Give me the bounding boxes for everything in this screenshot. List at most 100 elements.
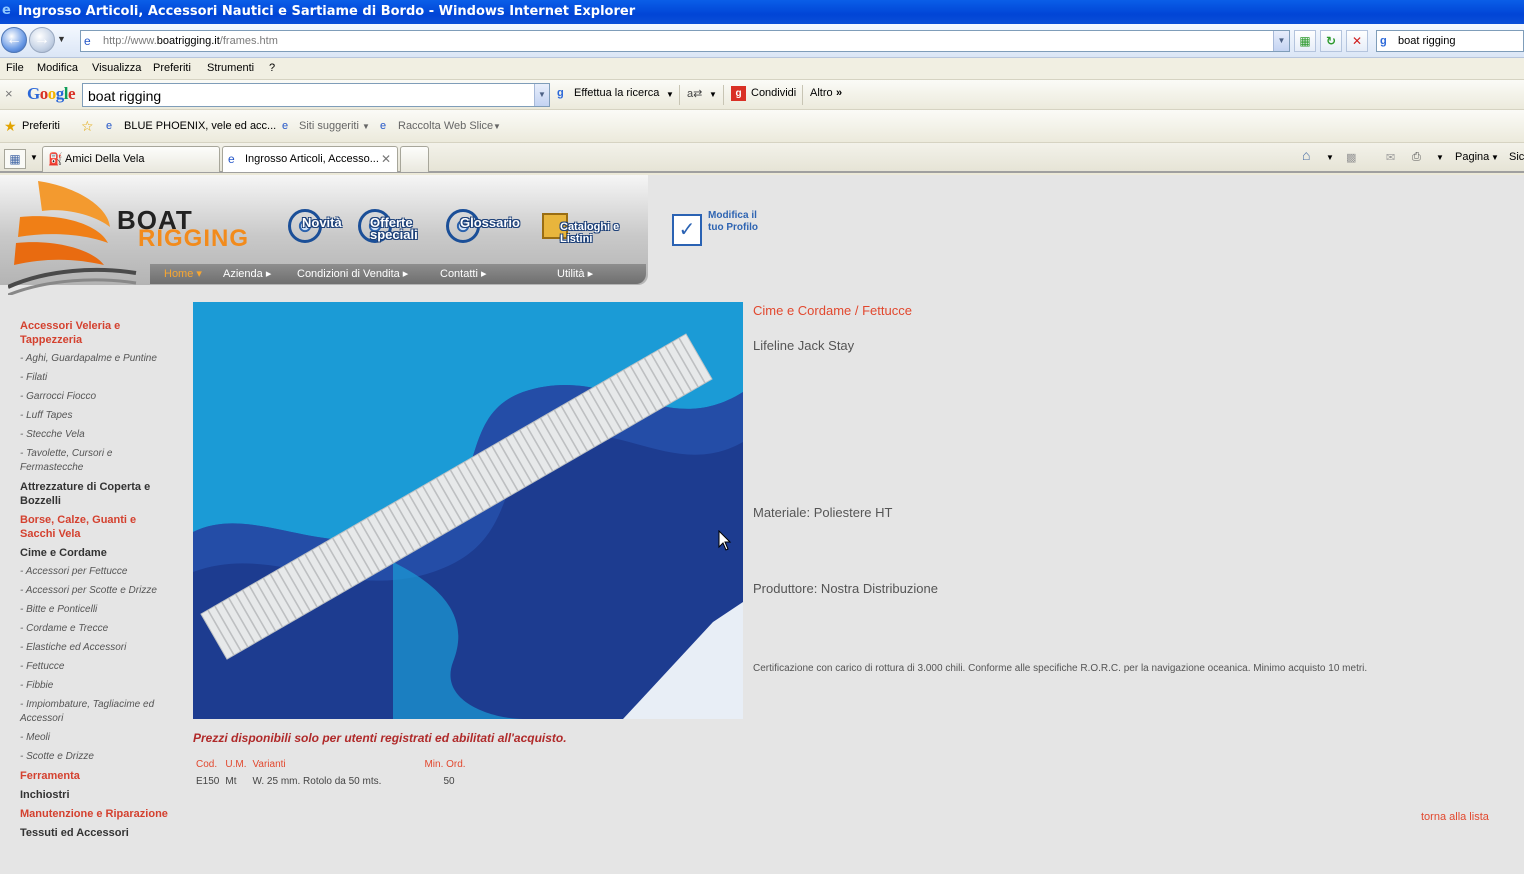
page-menu[interactable]: Pagina [1455,151,1489,163]
sidebar-subcategory-link[interactable]: - Cordame e Trecce [20,622,170,636]
sidebar-subcategory-link[interactable]: - Accessori per Fettucce [20,565,170,579]
sidebar-category-link[interactable]: Inchiostri [20,788,170,802]
menu-file[interactable]: File [6,62,24,74]
more-button[interactable]: Altro [810,87,833,99]
compatibility-view-icon[interactable]: ▦ [1294,30,1316,52]
glossario-label: Glossario [460,215,520,230]
print-dropdown-icon[interactable]: ▼ [1436,153,1444,162]
sidebar-subcategory-link[interactable]: - Stecche Vela [20,428,170,442]
live-search-box[interactable]: g boat rigging [1376,30,1524,52]
print-icon[interactable]: ⎙ [1412,151,1421,164]
sidebar-subcategory-link[interactable]: - Fettucce [20,660,170,674]
address-bar[interactable]: e http://www.boatrigging.it/frames.htm ▼ [80,30,1290,52]
nav-utilita[interactable]: Utilità ▸ [557,267,593,280]
add-favorite-icon[interactable]: ☆ [81,118,94,135]
sidebar-subcategory-link[interactable]: - Impiombature, Tagliacime ed Accessori [20,698,170,726]
mouse-cursor-icon [718,530,732,551]
cataloghi-button[interactable]: Cataloghi e Listini [542,209,622,245]
share-icon[interactable]: g [731,86,746,101]
sidebar-subcategory-link[interactable]: - Aghi, Guardapalme e Puntine [20,352,170,366]
new-tab-button[interactable] [400,146,429,172]
safety-menu[interactable]: Sic [1509,151,1524,163]
favorites-star-icon[interactable]: ★ [4,118,17,135]
header-cod: Cod. [196,758,218,770]
cataloghi-label: Cataloghi e Listini [560,221,620,245]
sidebar-category-link[interactable]: Borse, Calze, Guanti e Sacchi Vela [20,513,170,541]
back-to-list-link[interactable]: torna alla lista [1421,811,1489,823]
favorite-suggested-sites[interactable]: Siti suggeriti [299,120,359,132]
home-dropdown-icon[interactable]: ▼ [1326,153,1334,162]
google-search-icon: g [557,87,564,99]
product-breadcrumb[interactable]: Cime e Cordame / Fettucce [753,303,912,318]
stop-icon[interactable]: ✕ [1346,30,1368,52]
novita-button[interactable]: Novità [288,209,354,245]
sidebar-category-link[interactable]: Ferramenta [20,769,170,783]
sidebar-subcategory-link[interactable]: - Luff Tapes [20,409,170,423]
google-logo[interactable]: Google [27,84,76,104]
glossario-button[interactable]: Glossario [446,209,532,245]
sidebar-category-link[interactable]: Attrezzature di Coperta e Bozzelli [20,480,170,508]
menu-visualizza[interactable]: Visualizza [92,62,141,74]
favorites-button[interactable]: Preferiti [22,120,60,132]
translate-icon[interactable]: a⇄ [687,87,702,100]
address-url[interactable]: http://www.boatrigging.it/frames.htm [103,35,278,47]
favorite-page-icon: e [106,120,113,132]
nav-azienda[interactable]: Azienda ▸ [223,267,271,280]
address-dropdown-icon[interactable]: ▼ [1273,31,1289,51]
nav-condizioni[interactable]: Condizioni di Vendita ▸ [297,267,408,280]
favorite-link-blue-phoenix[interactable]: BLUE PHOENIX, vele ed acc... [124,120,276,132]
sidebar-subcategory-link[interactable]: - Filati [20,371,170,385]
tab-amici-della-vela[interactable]: ⛽ Amici Della Vela [42,146,220,172]
favorite-web-slice-gallery[interactable]: Raccolta Web Slice [398,120,493,132]
quick-tabs-icon[interactable]: ▦ [4,149,26,169]
share-button[interactable]: Condividi [751,87,796,99]
live-search-input[interactable]: boat rigging [1398,35,1456,47]
feeds-icon[interactable]: ▩ [1346,151,1356,164]
sidebar-subcategory-link[interactable]: - Accessori per Scotte e Drizze [20,584,170,598]
search-provider-icon: g [1380,35,1387,47]
home-icon[interactable]: ⌂ [1302,147,1310,163]
history-dropdown-icon[interactable]: ▼ [57,34,66,44]
suggested-sites-dropdown-icon[interactable]: ▼ [362,122,370,131]
sidebar-category-link[interactable]: Manutenzione e Riparazione [20,807,170,821]
more-chevron-icon[interactable]: » [836,87,842,99]
mail-icon[interactable]: ✉ [1386,151,1395,164]
forward-button[interactable]: → [29,27,55,53]
sidebar-subcategory-link[interactable]: - Tavolette, Cursori e Fermastecche [20,447,170,475]
nav-home[interactable]: Home ▾ [164,267,202,280]
page-dropdown-icon[interactable]: ▼ [1491,153,1499,162]
sidebar-subcategory-link[interactable]: - Scotte e Drizze [20,750,170,764]
sidebar-category-link[interactable]: Cime e Cordame [20,546,170,560]
menu-modifica[interactable]: Modifica [37,62,78,74]
offerte-speciali-button[interactable]: Offerte speciali [358,209,442,245]
menu-help[interactable]: ? [269,62,275,74]
cell-min-ord: 50 [443,775,455,787]
sidebar-subcategory-link[interactable]: - Elastiche ed Accessori [20,641,170,655]
sidebar-subcategory-link[interactable]: - Garrocci Fiocco [20,390,170,404]
menu-preferiti[interactable]: Preferiti [153,62,191,74]
translate-dropdown-icon[interactable]: ▼ [709,90,717,99]
web-slice-dropdown-icon[interactable]: ▼ [493,122,501,131]
nav-contatti[interactable]: Contatti ▸ [440,267,487,280]
sidebar-category-link[interactable]: Tessuti ed Accessori [20,826,170,840]
menu-strumenti[interactable]: Strumenti [207,62,254,74]
sidebar-subcategory-link[interactable]: - Meoli [20,731,170,745]
tab-list-dropdown-icon[interactable]: ▼ [30,153,38,162]
google-search-dropdown-icon[interactable]: ▼ [534,84,549,106]
sidebar-subcategory-link[interactable]: - Fibbie [20,679,170,693]
tab-ingrosso-articoli[interactable]: e Ingrosso Articoli, Accesso... ✕ [222,146,398,172]
cell-varianti: W. 25 mm. Rotolo da 50 mts. [252,775,382,787]
close-tab-icon[interactable]: ✕ [381,147,391,171]
boat-rigging-logo[interactable] [8,177,138,295]
google-search-box[interactable]: boat rigging ▼ [82,83,550,107]
back-button[interactable]: ← [1,27,27,53]
sidebar-category-link[interactable]: Accessori Veleria e Tappezzeria [20,319,170,347]
close-toolbar-icon[interactable]: × [5,86,13,101]
search-options-icon[interactable]: ▼ [666,90,674,99]
page-icon: e [228,152,235,166]
refresh-icon[interactable]: ↻ [1320,30,1342,52]
google-toolbar: × Google boat rigging ▼ g Effettua la ri… [0,80,1524,110]
google-search-input[interactable]: boat rigging [88,88,161,104]
google-search-button[interactable]: Effettua la ricerca [574,87,659,99]
sidebar-subcategory-link[interactable]: - Bitte e Ponticelli [20,603,170,617]
